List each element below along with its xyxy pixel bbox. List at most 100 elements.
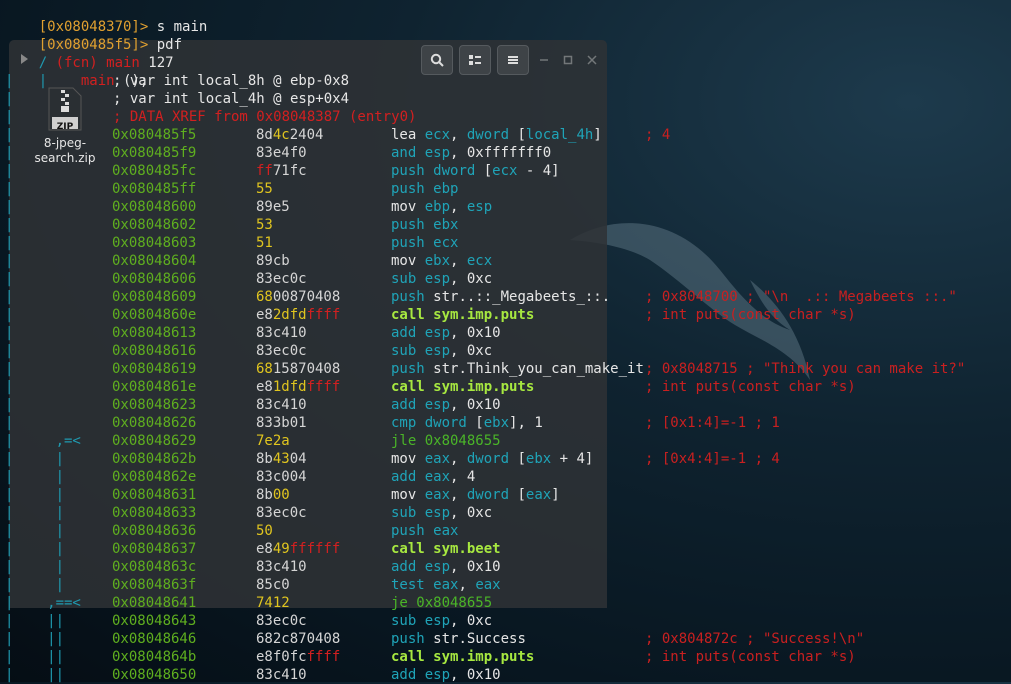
byte-chunk: 04	[306, 127, 324, 143]
ins-token: eax	[424, 469, 451, 485]
ins-token: esp	[424, 271, 451, 287]
asm-bytes: 55	[256, 180, 273, 198]
flow-arrow: |	[5, 397, 22, 413]
asm-instruction: push str.Think_you_can_make_it	[391, 360, 644, 378]
asm-instruction: sub esp, 0xc	[391, 270, 492, 288]
ins-token: dword	[466, 451, 518, 467]
asm-instruction: mov eax, dword [ebx + 4]	[391, 450, 593, 468]
asm-instruction: sub esp, 0xc	[391, 612, 492, 630]
ins-token: ], 1	[509, 415, 543, 431]
byte-chunk: 85c0	[256, 577, 290, 593]
byte-chunk: 83c410	[256, 667, 307, 683]
ins-token: sub	[391, 505, 425, 521]
ins-token: dword	[466, 127, 518, 143]
flow-arrow: |	[5, 307, 22, 323]
ins-token: add	[391, 667, 425, 683]
asm-instruction: push eax	[391, 522, 458, 540]
asm-address: 0x0804863c	[112, 559, 197, 575]
byte-chunk: 1dfd	[272, 379, 307, 395]
flow-arrow: | ,==<	[5, 595, 90, 611]
asm-address: 0x08048629	[112, 433, 197, 449]
byte-chunk: 49	[272, 541, 290, 557]
asm-bytes: 83ec0c	[256, 342, 307, 360]
flow-arrow: |	[5, 253, 22, 269]
ins-token: call sym.beet	[391, 541, 501, 557]
asm-address: 0x0804862b	[112, 451, 197, 467]
fcn-sig-name: main	[80, 73, 115, 89]
asm-instruction: add esp, 0x10	[391, 324, 501, 342]
flow-arrow: | |	[5, 451, 90, 467]
asm-comment: ; 4	[645, 127, 671, 143]
asm-bytes: ff71fc	[256, 162, 307, 180]
flow-arrow: | |	[5, 541, 90, 557]
ins-token: str..::_Megabeets_::.	[433, 289, 611, 305]
var-line: |; var int local_4h @ esp+0x4	[5, 91, 350, 107]
ins-token: sub	[391, 343, 425, 359]
asm-bytes: 83e4f0	[256, 144, 307, 162]
flow-arrow: |	[5, 361, 22, 377]
asm-address: 0x08048646	[112, 631, 197, 647]
byte-chunk: 68	[256, 361, 273, 377]
byte-chunk: 7412	[256, 595, 290, 611]
byte-chunk: 8b	[256, 487, 273, 503]
asm-address: 0x08048606	[112, 271, 197, 287]
ins-token: dword	[466, 487, 518, 503]
byte-chunk: ff	[256, 163, 273, 179]
asm-comment: ; [0x1:4]=-1 ; 1	[645, 415, 780, 431]
ins-token: eax	[525, 487, 552, 503]
ins-token: , 0xc	[450, 505, 493, 521]
byte-chunk: 83c410	[256, 559, 307, 575]
byte-chunk: 83ec0c	[256, 343, 307, 359]
ins-token: ]	[551, 487, 560, 503]
ins-token: esp	[424, 145, 451, 161]
asm-comment: ; int puts(const char *s)	[645, 379, 856, 395]
asm-bytes: e82dfdffff	[256, 306, 340, 324]
asm-address: 0x080485f9	[112, 145, 197, 161]
asm-address: 0x08048613	[112, 325, 197, 341]
prompt-line: [0x08048370]> s main	[5, 0, 208, 35]
ins-token: cmp	[391, 415, 425, 431]
ins-token: ,	[450, 253, 467, 269]
ins-token: ,	[450, 451, 467, 467]
asm-instruction: sub esp, 0xc	[391, 504, 492, 522]
ins-token: ecx	[492, 163, 518, 179]
flow-arrow: |	[5, 343, 22, 359]
ins-token: , 0xc	[450, 343, 493, 359]
asm-bytes: 7e2a	[256, 432, 290, 450]
asm-instruction: cmp dword [ebx], 1	[391, 414, 543, 432]
ins-token: add	[391, 469, 425, 485]
flow-arrow: |	[5, 145, 22, 161]
byte-chunk: e8	[256, 541, 273, 557]
asm-address: 0x0804862e	[112, 469, 197, 485]
terminal-output: [0x08048370]> s main [0x080485f5]> pdf /…	[0, 0, 1011, 683]
ins-token: , 4	[450, 469, 476, 485]
ins-token: ecx	[433, 235, 459, 251]
byte-chunk: 682c870408	[256, 631, 341, 647]
asm-bytes: 83ec0c	[256, 612, 307, 630]
byte-chunk: e8	[256, 307, 273, 323]
asm-address: 0x08048623	[112, 397, 197, 413]
asm-instruction: je 0x8048655	[391, 594, 492, 612]
asm-bytes: 6815870408	[256, 360, 340, 378]
asm-address: 0x080485f5	[112, 127, 197, 143]
asm-instruction: add esp, 0x10	[391, 396, 501, 414]
asm-instruction: call sym.beet	[391, 540, 501, 558]
asm-instruction: and esp, 0xfffffff0	[391, 144, 551, 162]
asm-bytes: 83c410	[256, 558, 307, 576]
asm-address: 0x08048641	[112, 595, 197, 611]
asm-bytes: 8b4304	[256, 450, 307, 468]
asm-instruction: push ecx	[391, 234, 458, 252]
byte-chunk: e8	[256, 379, 273, 395]
asm-bytes: 89cb	[256, 252, 290, 270]
ins-token: + 4]	[551, 451, 594, 467]
asm-instruction: call sym.imp.puts	[391, 648, 534, 666]
asm-bytes: 8d4c2404	[256, 126, 323, 144]
asm-address: 0x08048626	[112, 415, 197, 431]
byte-chunk: 50	[256, 523, 273, 539]
flow-arrow: |	[5, 271, 22, 287]
ins-token: ebp	[433, 181, 459, 197]
function-signature: | main ();	[38, 73, 149, 89]
asm-instruction: sub esp, 0xc	[391, 342, 492, 360]
flow-arrow: | ||	[5, 631, 90, 647]
asm-address: 0x08048637	[112, 541, 197, 557]
